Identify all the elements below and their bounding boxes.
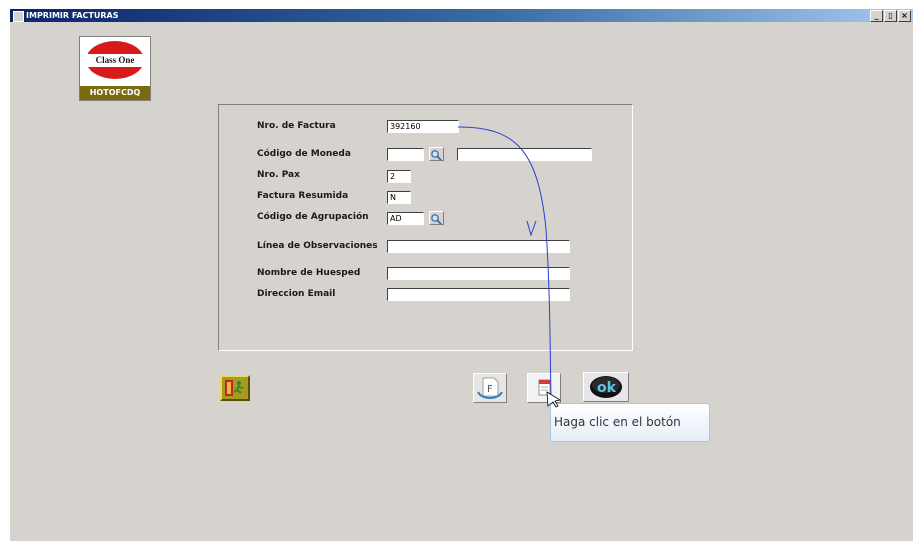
app-window: IMPRIMIR FACTURAS _ ▯ × Class One HOTOFC… [10, 9, 913, 541]
mouse-pointer-icon [546, 391, 562, 408]
callout-connector [457, 126, 562, 408]
